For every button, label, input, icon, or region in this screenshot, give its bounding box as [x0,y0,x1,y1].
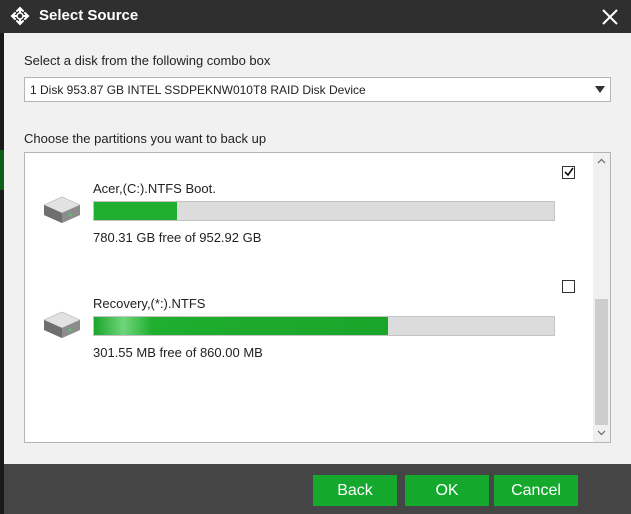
partition-free-space: 301.55 MB free of 860.00 MB [93,345,263,360]
hard-drive-icon [43,196,81,223]
back-button[interactable]: Back [313,475,397,506]
disk-select-value: 1 Disk 953.87 GB INTEL SSDPEKNW010T8 RAI… [30,83,366,97]
partition-list: Acer,(C:).NTFS Boot. 780.31 GB free of 9… [24,152,611,443]
vertical-scrollbar[interactable] [593,153,610,442]
disk-select-combo[interactable]: 1 Disk 953.87 GB INTEL SSDPEKNW010T8 RAI… [24,77,611,102]
title-bar: Select Source [0,0,631,33]
partition-checkbox[interactable] [562,166,575,179]
partition-usage-fill [94,202,177,220]
partition-item: Acer,(C:).NTFS Boot. 780.31 GB free of 9… [25,153,593,263]
disk-select-label: Select a disk from the following combo b… [24,53,271,68]
move-arrows-icon [10,6,30,26]
partition-name: Recovery,(*:).NTFS [93,296,206,311]
close-icon[interactable] [600,7,620,27]
chevron-up-icon[interactable] [597,158,606,164]
partition-usage-bar [93,201,555,221]
chevron-down-icon [595,86,605,93]
partition-usage-bar [93,316,555,336]
cancel-button[interactable]: Cancel [494,475,578,506]
hard-drive-icon [43,311,81,338]
partition-checkbox[interactable] [562,280,575,293]
partition-item: Recovery,(*:).NTFS 301.55 MB free of 860… [25,271,593,381]
partitions-label: Choose the partitions you want to back u… [24,131,267,146]
ok-button[interactable]: OK [405,475,489,506]
partition-usage-fill [94,317,389,335]
checkmark-icon [564,167,574,177]
window-title: Select Source [39,7,139,24]
scrollbar-thumb[interactable] [595,299,608,425]
partition-free-space: 780.31 GB free of 952.92 GB [93,230,262,245]
chevron-down-icon[interactable] [597,430,606,436]
partition-name: Acer,(C:).NTFS Boot. [93,181,216,196]
